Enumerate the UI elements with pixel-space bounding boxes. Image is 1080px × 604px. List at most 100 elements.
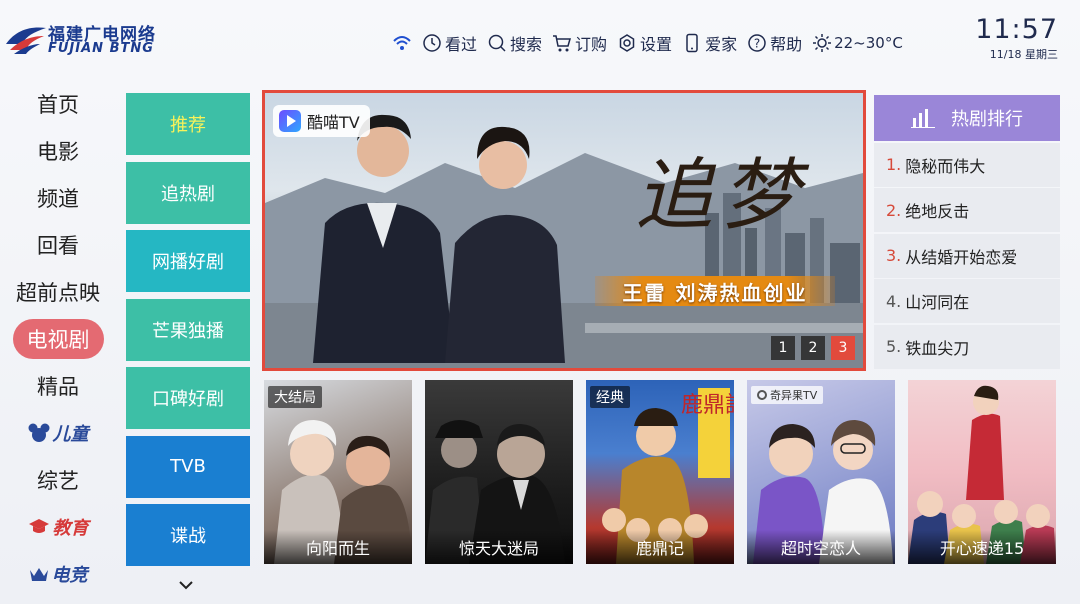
banner-title: 追梦 xyxy=(635,151,808,241)
ranking-number: 1. xyxy=(886,155,902,174)
clock-time: 11:57 xyxy=(975,14,1058,45)
mickey-icon xyxy=(28,423,49,442)
main-nav: 首页 电影 频道 回看 超前点映 电视剧 精品 儿童 综艺 教育 电竞 xyxy=(0,80,116,597)
subnav-spy[interactable]: 谍战 xyxy=(126,504,250,566)
poster-card[interactable]: 鹿鼎記 经典 鹿鼎记 xyxy=(586,380,734,564)
mainnav-home[interactable]: 首页 xyxy=(0,80,116,127)
nav-home-family[interactable]: 爱家 xyxy=(682,31,737,55)
ranking-item[interactable]: 5. 铁血尖刀 xyxy=(874,324,1060,369)
mainnav-variety[interactable]: 综艺 xyxy=(0,456,116,503)
nav-help-label: 帮助 xyxy=(770,35,803,54)
featured-banner[interactable]: 酷喵TV 追梦 王雷 刘涛热血创业 1 2 3 xyxy=(262,90,866,371)
mainnav-education[interactable]: 教育 xyxy=(0,503,116,550)
mainnav-replay[interactable]: 回看 xyxy=(0,221,116,268)
poster-title: 开心速递15 xyxy=(908,530,1056,564)
nav-order[interactable]: 订购 xyxy=(552,31,607,55)
subnav-label: 网播好剧 xyxy=(152,252,224,273)
sub-nav: 推荐 追热剧 网播好剧 芒果独播 口碑好剧 TVB 谍战 xyxy=(126,93,250,573)
subnav-acclaimed[interactable]: 口碑好剧 xyxy=(126,367,250,429)
clock: 11:57 11/18 星期三 xyxy=(975,14,1058,62)
ranking-item-title: 山河同在 xyxy=(905,293,970,312)
mainnav-movie[interactable]: 电影 xyxy=(0,127,116,174)
nav-home-family-label: 爱家 xyxy=(705,35,738,54)
mainnav-label-active: 电视剧 xyxy=(12,318,104,359)
nav-order-label: 订购 xyxy=(575,35,608,54)
weather-temp: 22~30°C xyxy=(834,34,903,52)
platform-name: 酷喵TV xyxy=(307,113,360,132)
ranking-item-title: 铁血尖刀 xyxy=(905,338,970,358)
poster-tag: 奇异果TV xyxy=(751,386,824,404)
poster-tag-label: 奇异果TV xyxy=(770,389,818,402)
poster-card[interactable]: 大结局 向阳而生 xyxy=(264,380,412,564)
ranking-item-title: 从结婚开始恋爱 xyxy=(905,247,1018,267)
mainnav-channel[interactable]: 频道 xyxy=(0,174,116,221)
mainnav-tv-series[interactable]: 电视剧 xyxy=(0,315,116,362)
top-nav: 看过 搜索 订购 设置 爱家 ? 帮助 22~30°C xyxy=(392,28,903,58)
brand-name-en: FUJIAN BTNG xyxy=(48,41,154,56)
pager-page-1[interactable]: 1 xyxy=(771,336,795,360)
mainnav-label: 频道 xyxy=(37,186,79,211)
poster-title: 鹿鼎记 xyxy=(586,530,734,564)
nav-search[interactable]: 搜索 xyxy=(487,31,542,55)
subnav-label: 芒果独播 xyxy=(152,320,224,342)
subnav-label: 口碑好剧 xyxy=(152,389,224,410)
nav-settings[interactable]: 设置 xyxy=(617,31,672,55)
subnav-label: 推荐 xyxy=(170,115,206,136)
poster-art-text: 鹿鼎記 xyxy=(681,393,734,418)
pager-page-2[interactable]: 2 xyxy=(801,336,825,360)
subnav-mango-exclusive[interactable]: 芒果独播 xyxy=(126,298,250,361)
nav-history[interactable]: 看过 xyxy=(422,31,477,55)
mainnav-premiere[interactable]: 超前点映 xyxy=(0,268,116,315)
gear-icon xyxy=(619,34,635,52)
help-icon: ? xyxy=(748,34,766,52)
subnav-tvb[interactable]: TVB xyxy=(126,435,250,498)
mainnav-esports[interactable]: 电竞 xyxy=(0,550,116,597)
poster-title: 超时空恋人 xyxy=(747,530,895,564)
mainnav-label: 超前点映 xyxy=(16,280,100,305)
subnav-hot-series[interactable]: 追热剧 xyxy=(126,161,250,224)
ranking-number: 5. xyxy=(886,337,902,356)
poster-title: 惊天大迷局 xyxy=(425,530,573,564)
pager-page-3[interactable]: 3 xyxy=(831,336,855,360)
mainnav-label: 首页 xyxy=(37,92,79,117)
brand-wing-icon xyxy=(6,27,46,54)
kiwi-logo-icon xyxy=(757,390,767,400)
cart-icon xyxy=(553,35,572,52)
nav-search-label: 搜索 xyxy=(510,35,543,54)
banner-pager: 1 2 3 xyxy=(771,336,855,360)
ranking-item[interactable]: 1. 隐秘而伟大 xyxy=(874,142,1060,187)
mainnav-label: 综艺 xyxy=(37,468,79,493)
ranking-number: 3. xyxy=(886,246,902,265)
chevron-down-icon[interactable] xyxy=(177,578,195,592)
hot-ranking-panel: 热剧排行 1. 隐秘而伟大 2. 绝地反击 3. 从结婚开始恋爱 4. 山河同在 5. 铁… xyxy=(874,95,1060,369)
ranking-item[interactable]: 3. 从结婚开始恋爱 xyxy=(874,233,1060,278)
crown-icon xyxy=(29,567,48,581)
ranking-number: 2. xyxy=(886,200,902,220)
banner-tagline: 王雷 刘涛热血创业 xyxy=(595,276,835,306)
subnav-label: 追热剧 xyxy=(161,183,215,205)
ranking-item-title: 绝地反击 xyxy=(905,202,970,221)
ranking-item[interactable]: 2. 绝地反击 xyxy=(874,188,1060,232)
weather-widget: 22~30°C xyxy=(812,33,903,53)
mainnav-premium[interactable]: 精品 xyxy=(0,362,116,409)
brand-logo: 福建广电网络 FUJIAN BTNG xyxy=(4,18,184,60)
graduation-cap-icon xyxy=(28,518,49,533)
poster-card[interactable]: 惊天大迷局 xyxy=(425,380,573,564)
poster-card[interactable]: 奇异果TV 超时空恋人 xyxy=(747,380,895,564)
ranking-header[interactable]: 热剧排行 xyxy=(874,95,1060,141)
nav-help[interactable]: ? 帮助 xyxy=(747,31,802,55)
poster-card[interactable]: 开心速递15 xyxy=(908,380,1056,564)
wifi-icon xyxy=(393,36,411,50)
mainnav-label: 精品 xyxy=(37,374,79,399)
subnav-web-series[interactable]: 网播好剧 xyxy=(126,230,250,292)
mainnav-kids[interactable]: 儿童 xyxy=(0,409,116,456)
phone-icon xyxy=(686,33,698,53)
subnav-label: 谍战 xyxy=(170,526,206,547)
ranking-item[interactable]: 4. 山河同在 xyxy=(874,279,1060,323)
sun-icon xyxy=(813,34,832,52)
subnav-label: TVB xyxy=(170,456,206,477)
bar-chart-icon xyxy=(911,109,935,128)
subnav-recommend[interactable]: 推荐 xyxy=(126,93,250,155)
mainnav-label: 电竞 xyxy=(51,564,88,586)
mainnav-label: 儿童 xyxy=(52,423,89,445)
